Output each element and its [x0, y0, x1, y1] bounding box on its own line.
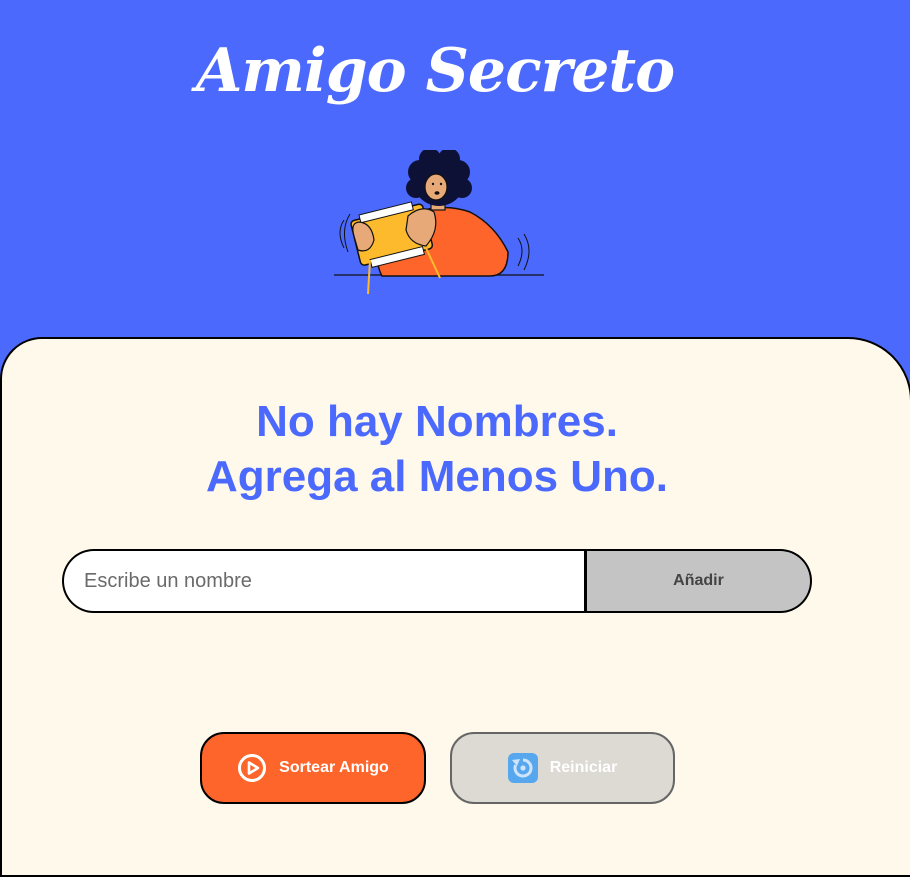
add-button[interactable]: Añadir	[587, 549, 812, 613]
page-heading: No hay Nombres. Agrega al Menos Uno.	[0, 394, 874, 504]
reset-label: Reiniciar	[549, 759, 618, 776]
name-input-group: Añadir	[62, 549, 812, 613]
play-circle-icon	[237, 753, 267, 783]
draw-friend-label: Sortear Amigo	[279, 759, 389, 776]
app-title: Amigo Secreto	[195, 36, 675, 106]
reset-icon	[507, 753, 538, 783]
heading-line-2: Agrega al Menos Uno.	[205, 452, 669, 501]
draw-friend-button[interactable]: Sortear Amigo	[200, 732, 426, 804]
person-playing-console-illustration	[334, 150, 544, 295]
name-input[interactable]	[62, 549, 587, 613]
heading-line-1: No hay Nombres.	[256, 397, 618, 446]
header: Amigo Secreto	[0, 0, 910, 360]
reset-button[interactable]: Reiniciar	[450, 732, 675, 804]
